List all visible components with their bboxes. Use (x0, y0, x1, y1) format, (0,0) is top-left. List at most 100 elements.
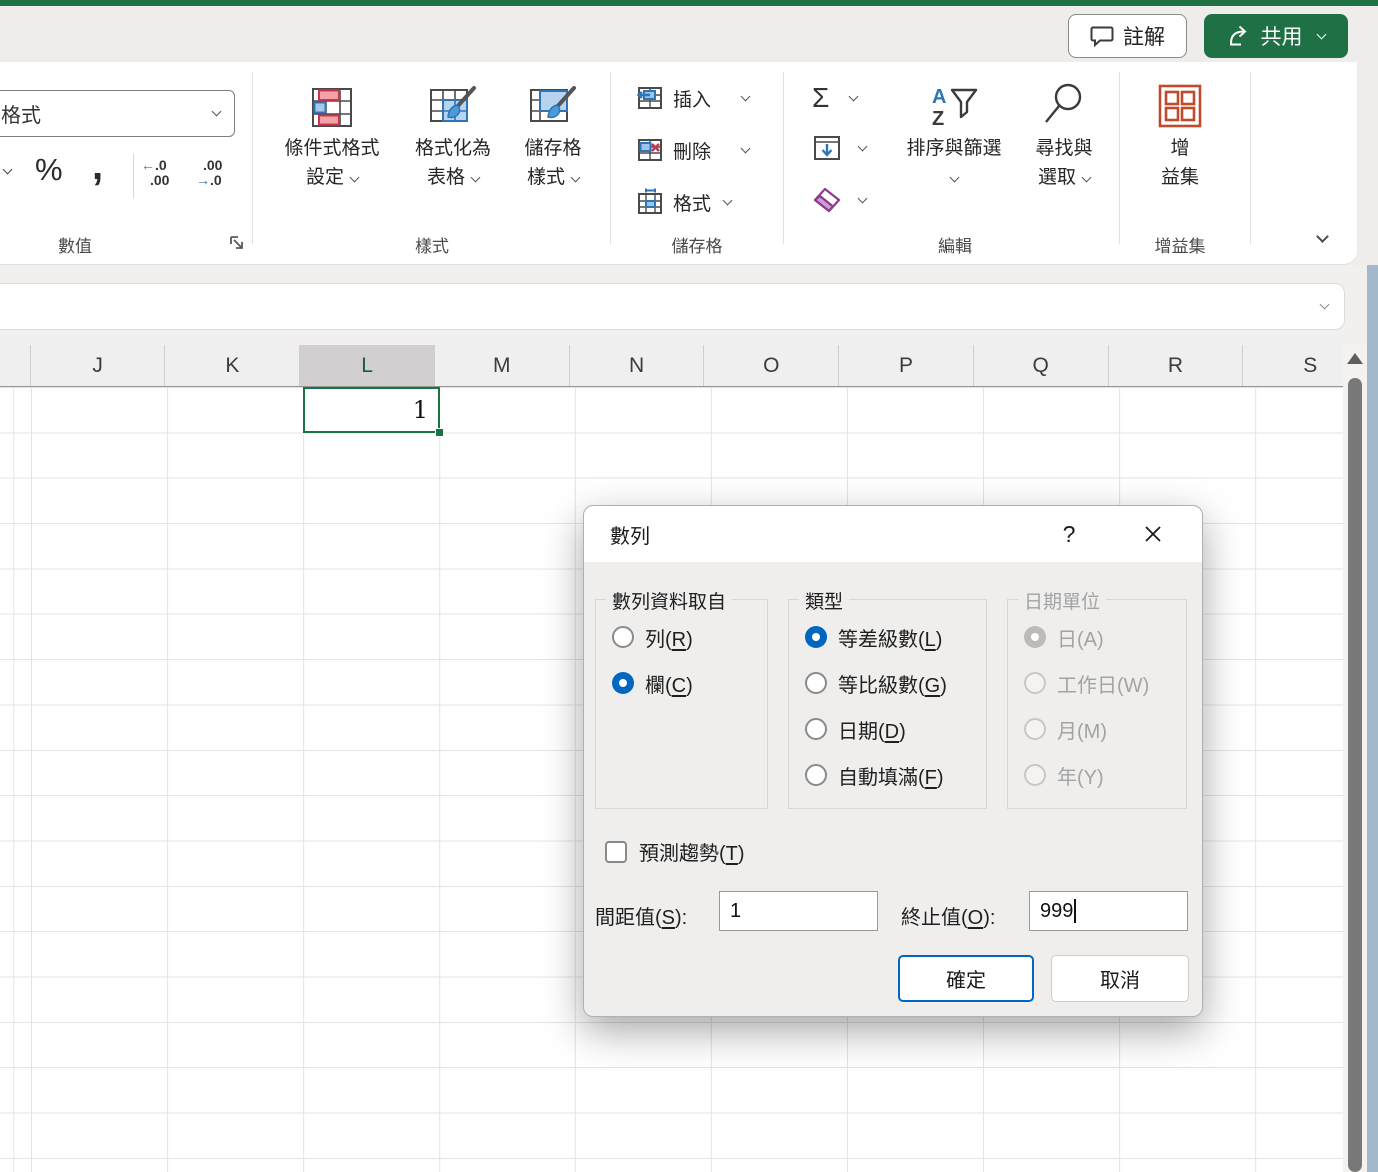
step-value-input[interactable]: 1 (719, 891, 878, 931)
column-header-M[interactable]: M (435, 345, 570, 386)
radio-icon-unchecked[interactable] (805, 718, 827, 740)
fill-handle[interactable] (435, 428, 444, 437)
stop-value-input[interactable]: 999 (1029, 891, 1188, 931)
collapse-ribbon-chevron-icon[interactable] (1316, 230, 1329, 243)
radio-weekday-disabled: 工作日(W) (1024, 670, 1149, 696)
button-label: 格式化為 (394, 134, 512, 163)
insert-cells-button[interactable]: 插入 (636, 81, 749, 115)
delete-cells-button[interactable]: 刪除 (636, 133, 749, 167)
title-bar: 註解 共用 (0, 6, 1378, 62)
radio-label: 月(M) (1057, 715, 1107, 744)
dialog-title: 數列 (610, 520, 650, 549)
find-select-button[interactable]: 尋找與 選取 (1010, 82, 1118, 192)
increase-decimal-button[interactable]: .00 →.0 (196, 158, 222, 188)
cancel-button[interactable]: 取消 (1051, 955, 1189, 1002)
formula-bar-strip (0, 265, 1378, 345)
radio-autofill[interactable]: 自動填滿(F) (805, 762, 944, 788)
radio-label: 工作日(W) (1057, 669, 1149, 698)
dialog-help-button[interactable]: ? (1054, 519, 1084, 549)
ok-button[interactable]: 確定 (898, 955, 1034, 1002)
step-value-label: 間距值(S): (595, 901, 687, 930)
left-arrow-icon: ← (141, 157, 155, 173)
column-header-K[interactable]: K (165, 345, 300, 386)
sort-filter-button[interactable]: A Z 排序與篩選 (893, 82, 1015, 192)
radio-growth[interactable]: 等比級數(G) (805, 670, 947, 696)
conditional-formatting-button[interactable]: 條件式格式 設定 (273, 82, 391, 192)
column-header-P[interactable]: P (839, 345, 974, 386)
column-header-Q[interactable]: Q (974, 345, 1109, 386)
format-as-table-icon (428, 84, 478, 130)
decrease-decimal-button[interactable]: ←.0 .00 (141, 158, 169, 188)
expand-formula-bar-chevron-icon[interactable] (1320, 300, 1330, 310)
cell-styles-button[interactable]: 儲存格 樣式 (497, 82, 609, 192)
fill-button[interactable] (812, 135, 866, 161)
radio-icon-unchecked-disabled (1024, 672, 1046, 694)
number-format-combobox[interactable]: 格式 (0, 90, 235, 137)
series-dialog: 數列 ? 數列資料取自 列(R) 欄(C) 類型 等差級數(L) 等比級數(G) (583, 505, 1203, 1017)
scrollbar-thumb[interactable] (1348, 378, 1362, 1172)
formula-bar[interactable] (0, 283, 1345, 330)
scroll-up-arrow-icon[interactable] (1347, 353, 1363, 364)
dialog-close-button[interactable] (1136, 519, 1170, 549)
button-label: 設定 (306, 167, 344, 188)
dropdown-chevron-icon (1082, 173, 1092, 183)
group-separator (1250, 72, 1251, 244)
share-dropdown-chevron-icon[interactable] (1316, 29, 1326, 39)
format-cells-icon (636, 188, 664, 216)
share-button[interactable]: 共用 (1204, 14, 1348, 58)
combobox-chevron-icon (212, 107, 222, 117)
stop-value-label: 終止值(O): (901, 901, 995, 930)
radio-icon-unchecked[interactable] (805, 672, 827, 694)
radio-icon-unchecked[interactable] (805, 764, 827, 786)
group-separator (1119, 72, 1120, 244)
column-header-O[interactable]: O (704, 345, 839, 386)
radio-icon-unchecked[interactable] (612, 626, 634, 648)
number-format-value: 格式 (1, 99, 41, 128)
number-dialog-launcher-icon[interactable] (228, 234, 246, 252)
radio-icon-unchecked-disabled (1024, 764, 1046, 786)
button-label: 儲存格 (497, 134, 609, 163)
trend-checkbox-row[interactable]: 預測趨勢(T) (605, 837, 745, 866)
column-headers: J K L M N O P Q R S (0, 345, 1378, 387)
cut-button-chevron-icon[interactable] (3, 165, 13, 175)
column-header-L-selected[interactable]: L (300, 345, 435, 386)
addins-button[interactable]: 增 益集 (1128, 82, 1232, 192)
column-header-J[interactable]: J (31, 345, 166, 386)
radio-icon-checked[interactable] (612, 672, 634, 694)
radio-rows[interactable]: 列(R) (612, 624, 693, 650)
dropdown-chevron-icon (741, 143, 751, 153)
button-label: 選取 (1038, 167, 1076, 188)
radio-icon-checked[interactable] (805, 626, 827, 648)
dialog-title-bar[interactable]: 數列 (584, 506, 1202, 562)
dropdown-chevron-icon (741, 91, 751, 101)
radio-icon-unchecked-disabled (1024, 718, 1046, 740)
type-legend: 類型 (799, 587, 849, 614)
trend-label: 預測趨勢(T) (639, 837, 745, 866)
vertical-scrollbar[interactable] (1343, 345, 1367, 1172)
comments-button[interactable]: 註解 (1068, 14, 1187, 58)
button-label: 樣式 (527, 167, 565, 188)
clear-button[interactable] (812, 186, 866, 214)
column-header-R[interactable]: R (1109, 345, 1244, 386)
column-header-N[interactable]: N (570, 345, 705, 386)
button-label: 增 (1128, 134, 1232, 163)
percent-style-button[interactable]: % (35, 152, 63, 188)
right-arrow-icon: → (196, 172, 210, 188)
share-label: 共用 (1261, 21, 1303, 51)
format-cells-button[interactable]: 格式 (636, 185, 731, 219)
autosum-button[interactable]: Σ (812, 82, 857, 114)
format-as-table-button[interactable]: 格式化為 表格 (394, 82, 512, 192)
decimal-text: .00 (150, 172, 169, 188)
checkbox-unchecked-icon[interactable] (605, 841, 627, 863)
eraser-icon (812, 186, 842, 214)
active-cell-value: 1 (413, 396, 428, 424)
column-header-partial[interactable] (0, 345, 31, 386)
radio-linear[interactable]: 等差級數(L) (805, 624, 942, 650)
radio-columns[interactable]: 欄(C) (612, 670, 693, 696)
delete-cells-icon (636, 136, 664, 164)
active-cell-L1[interactable]: 1 (303, 387, 440, 433)
comma-style-button[interactable]: , (92, 144, 103, 189)
radio-label: 欄(C) (645, 669, 693, 698)
radio-date[interactable]: 日期(D) (805, 716, 906, 742)
sort-filter-icon: A Z (928, 84, 980, 130)
